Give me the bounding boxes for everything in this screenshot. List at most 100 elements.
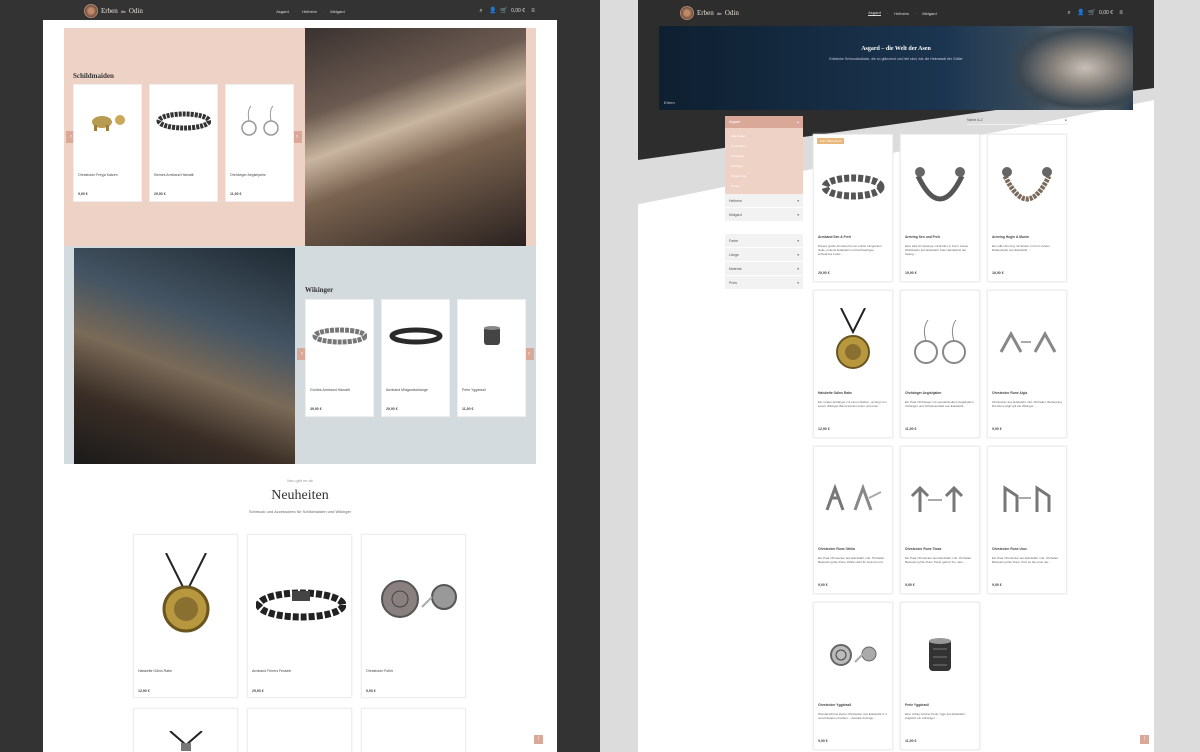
chevron-down-icon: ▸ (1065, 118, 1067, 122)
product-card[interactable] (133, 708, 238, 752)
product-image (819, 303, 887, 383)
product-image (388, 308, 443, 363)
shieldmaiden-photo (305, 28, 526, 246)
category-sidebar: Asgard ▴ Alle Zeigen Armbänder Anhänger O… (725, 116, 803, 290)
product-image (80, 93, 135, 148)
nav-helheim[interactable]: Helheim (302, 9, 317, 14)
product-card[interactable]: Ohrstecker Rune Uruz Ein Paar Ohrstecker… (987, 446, 1067, 594)
subcategory-item[interactable]: Anhänger (725, 151, 803, 161)
product-card[interactable]: Ohrstecker Futhir 9,90 € (361, 534, 466, 698)
chevron-down-icon: ▾ (797, 252, 799, 257)
category-page: Asgard – die Welt der Asen Entdecke Schm… (638, 20, 1154, 752)
viking-photo (74, 248, 295, 464)
filter-price[interactable]: Preis ▾ (725, 276, 803, 290)
product-image (993, 459, 1061, 539)
product-card[interactable]: Ohrhänger Aegishjalmr 11,90 € (225, 84, 294, 202)
menu-icon[interactable]: ≡ (530, 8, 536, 14)
scroll-top-button[interactable]: ↑ (1140, 735, 1149, 744)
filter-length[interactable]: Länge ▾ (725, 248, 803, 262)
banner-tag: Erben (664, 100, 675, 105)
product-card[interactable]: Armband Midgardschlange 29,90 € (381, 299, 450, 417)
logo[interactable]: Erben der Odin (84, 4, 143, 18)
product-image (370, 577, 460, 622)
product-card[interactable]: Ohrstecker Yggdrasil Wunderschöne kleine… (813, 602, 893, 750)
category-accordion-helheim[interactable]: Helheim ▾ (725, 194, 803, 208)
product-card[interactable]: Armring Hugin & Munin Ein edler Armring … (987, 134, 1067, 282)
category-accordion-asgard[interactable]: Asgard ▴ (725, 116, 803, 128)
subcategory-item[interactable]: Ohrringe (725, 161, 803, 171)
search-icon[interactable]: ⌕ (1066, 10, 1072, 16)
product-card[interactable]: Zum Warenkorb Armband Sen & Frelr Dieses… (813, 134, 893, 282)
subcategory-item[interactable]: Fingerringe (725, 171, 803, 181)
product-card[interactable]: Kleines Armband Hämatit 29,90 € (149, 84, 218, 202)
product-card[interactable] (361, 708, 466, 752)
product-card[interactable]: Halskette Odins Rabe 12,90 € (133, 534, 238, 698)
search-icon[interactable]: ⌕ (478, 8, 484, 14)
product-card[interactable]: Ohrstecker Rune Othila Ein Paar Ohrsteck… (813, 446, 893, 594)
main-nav: Asgard · Helheim · Midgard (276, 8, 345, 14)
home-page: Schildmaiden ‹ › Ohrstecker Freyja Katze… (43, 20, 557, 752)
nav-midgard[interactable]: Midgard (922, 11, 936, 16)
product-card[interactable]: Ohrhänger Aegishjalmr Ein Paar Ohrhänger… (900, 290, 980, 438)
product-card[interactable]: Armring Sen und Frelr Eine edle Armspang… (900, 134, 980, 282)
menu-icon[interactable]: ≡ (1118, 10, 1124, 16)
viking-title: Wikinger (305, 286, 334, 294)
header-icons: ⌕ 👤 🛒 0,00 € ≡ (478, 8, 536, 14)
subcategory-item[interactable]: Armbänder (725, 141, 803, 151)
product-card[interactable]: Halskette Odins Rabe Ein runder Anhänger… (813, 290, 893, 438)
product-image (993, 147, 1061, 227)
user-icon[interactable]: 👤 (489, 8, 496, 14)
sort-select[interactable]: Name A-Z ▸ (967, 116, 1067, 125)
logo-emblem-icon (84, 4, 98, 18)
chevron-down-icon: ▾ (797, 238, 799, 243)
left-header: Erben der Odin Asgard · Helheim · Midgard … (84, 0, 536, 22)
product-card[interactable]: Perle Yggdrasil Eine richtig schöne Perl… (900, 602, 980, 750)
user-icon[interactable]: 👤 (1077, 10, 1084, 16)
product-image (255, 585, 347, 626)
scroll-top-button[interactable]: ↑ (534, 735, 543, 744)
subcategory-list: Alle Zeigen Armbänder Anhänger Ohrringe … (725, 128, 803, 194)
shieldmaiden-title: Schildmaiden (73, 72, 114, 80)
product-card[interactable]: Ohrstecker Freyja Katzen 9,90 € (73, 84, 142, 202)
chevron-up-icon: ▴ (797, 120, 799, 124)
nav-helheim[interactable]: Helheim (894, 11, 909, 16)
product-image (906, 459, 974, 539)
product-card[interactable]: Perle Yggdrasil 11,90 € (457, 299, 526, 417)
cart-icon[interactable]: 🛒 (1088, 10, 1095, 16)
product-image (906, 147, 974, 227)
filter-color[interactable]: Farbe ▾ (725, 234, 803, 248)
cart-icon[interactable]: 🛒 (500, 8, 507, 14)
chevron-down-icon: ▾ (797, 266, 799, 271)
product-image (819, 147, 887, 227)
product-image (819, 615, 887, 695)
nav-midgard[interactable]: Midgard (330, 9, 344, 14)
chevron-down-icon: ▾ (797, 198, 799, 203)
product-card[interactable] (247, 708, 352, 752)
chevron-down-icon: ▾ (797, 280, 799, 285)
subcategory-item[interactable]: Perlen (725, 181, 803, 191)
product-card[interactable]: Ohrstecker Rune Tiwaz Ein Paar Ohrstecke… (900, 446, 980, 594)
nav-asgard[interactable]: Asgard (868, 10, 881, 16)
product-image (166, 730, 206, 752)
product-badge: Zum Warenkorb (817, 138, 845, 144)
subcategory-item[interactable]: Alle Zeigen (725, 131, 803, 141)
banner-subtitle: Entdecke Schmuckstücke, die so glänzend … (829, 57, 963, 61)
cart-total[interactable]: 0,00 € (1099, 10, 1113, 16)
banner-portrait (1013, 26, 1133, 110)
product-image (312, 308, 367, 363)
cart-total[interactable]: 0,00 € (511, 8, 525, 14)
product-card[interactable]: Großes Armband Hämatit 39,90 € (305, 299, 374, 417)
product-card[interactable]: Ohrstecker Rune Algiz Ohrstecker aus Ede… (987, 290, 1067, 438)
nav-asgard[interactable]: Asgard (276, 9, 289, 14)
product-card[interactable]: Armband Fenrirs Fesseln 29,90 € (247, 534, 352, 698)
product-image (906, 615, 974, 695)
filter-material[interactable]: Material ▾ (725, 262, 803, 276)
logo-emblem-icon (680, 6, 694, 20)
main-nav: Asgard · Helheim · Midgard (868, 10, 937, 16)
product-image (156, 93, 211, 148)
product-image (464, 308, 519, 363)
new-subtitle: Schmuck und Accessoires für Schildmaiden… (248, 509, 352, 514)
category-accordion-midgard[interactable]: Midgard ▾ (725, 208, 803, 222)
logo[interactable]: Erben der Odin (680, 6, 739, 20)
product-image (154, 552, 218, 644)
